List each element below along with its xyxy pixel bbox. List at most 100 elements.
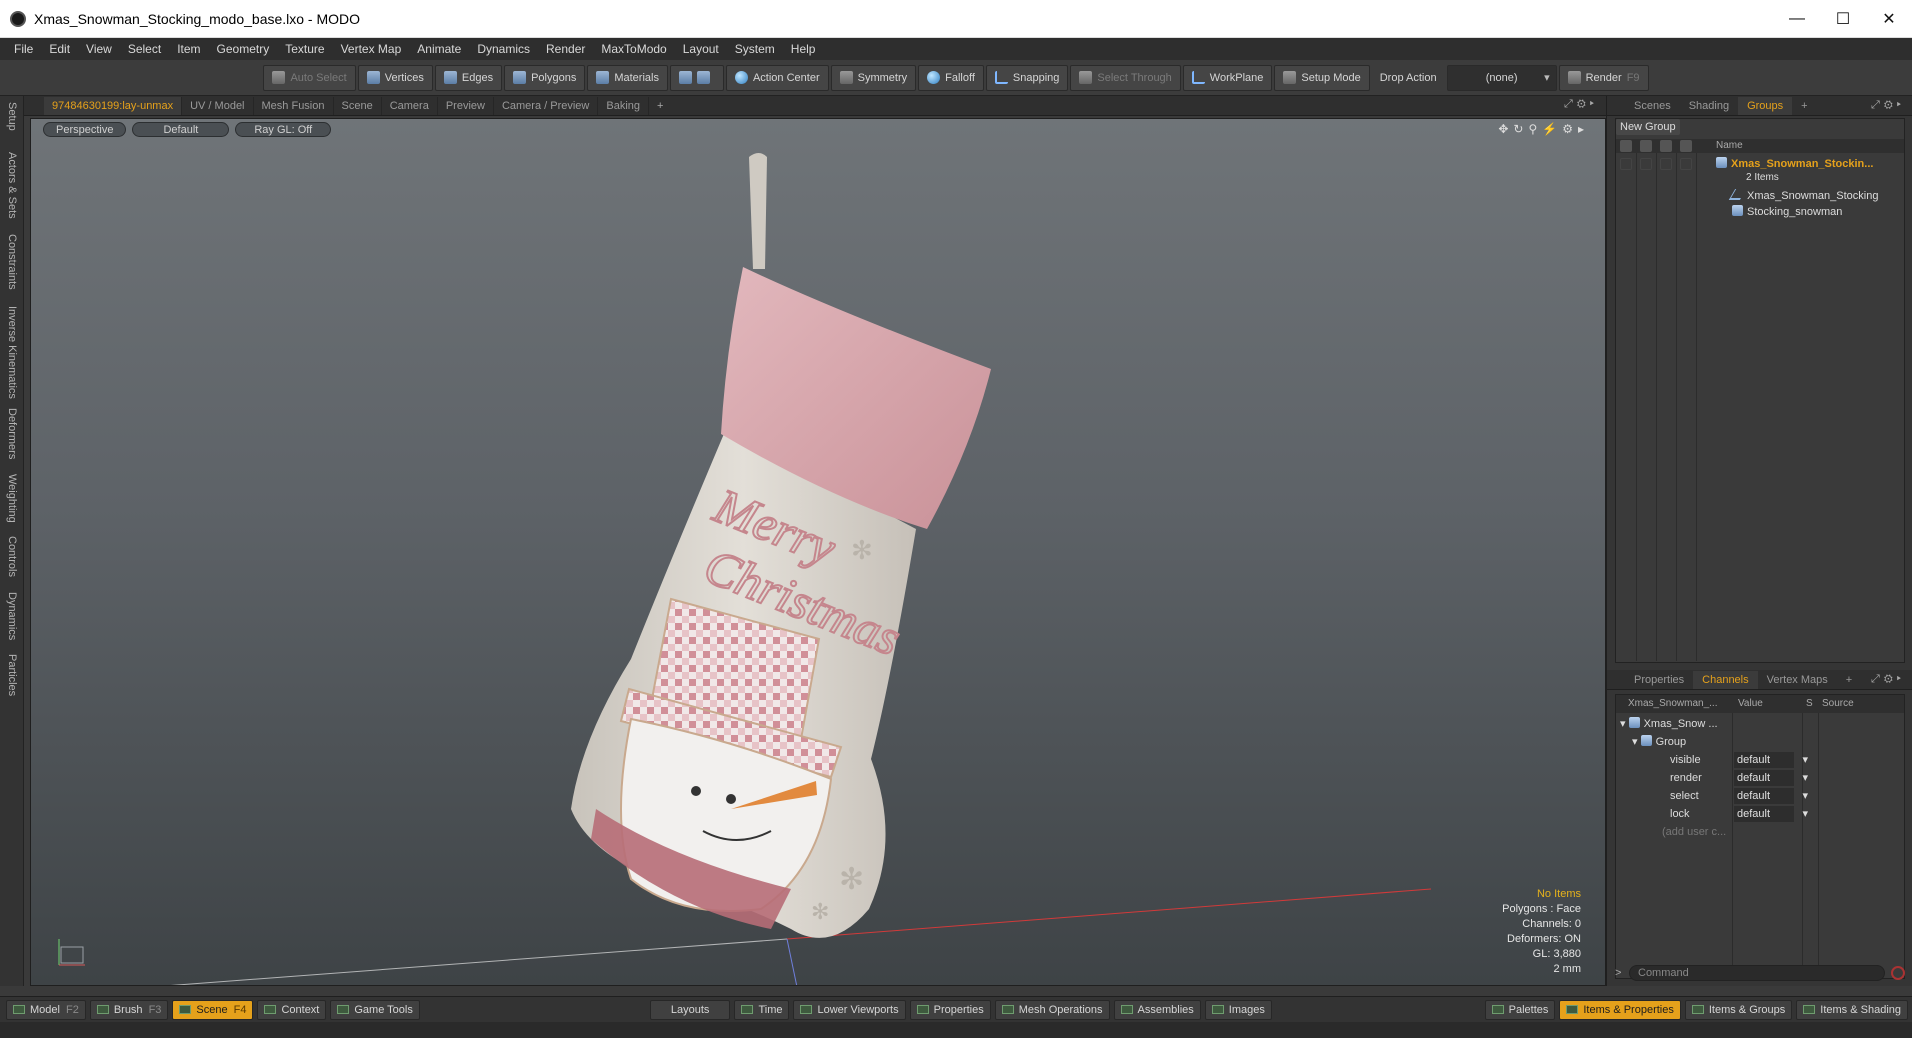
channel-row-select[interactable]: select default (1616, 787, 1904, 805)
menu-maxtomodo[interactable]: MaxToModo (593, 38, 674, 60)
menu-texture[interactable]: Texture (277, 38, 332, 60)
action-center-button[interactable]: Action Center (725, 64, 829, 91)
channel-value-select[interactable]: default (1734, 752, 1808, 768)
polygons-button[interactable]: Polygons (504, 64, 586, 91)
render-column-icon[interactable] (1640, 140, 1652, 152)
add-tab-button[interactable]: + (649, 97, 671, 115)
properties-button[interactable]: Properties (909, 999, 991, 1020)
panel-expand-icon[interactable]: ⤢⚙▸ (1871, 673, 1905, 686)
game-tools-button[interactable]: Game Tools (330, 999, 420, 1020)
context-button[interactable]: Context (257, 999, 327, 1020)
select-through-button[interactable]: Select Through (1070, 64, 1181, 91)
time-button[interactable]: Time (734, 999, 790, 1020)
visibility-column-icon[interactable] (1620, 140, 1632, 152)
channel-value-select[interactable]: default (1734, 788, 1808, 804)
lock-column-icon[interactable] (1680, 140, 1692, 152)
render-button[interactable]: Render F9 (1558, 64, 1649, 91)
tab-scene[interactable]: Scene (334, 96, 382, 115)
setup-mode-button[interactable]: Setup Mode (1274, 64, 1370, 91)
layouts-button[interactable]: Layouts (649, 999, 731, 1020)
maximize-button[interactable]: ☐ (1820, 0, 1866, 38)
command-input[interactable]: Command (1629, 965, 1885, 981)
assemblies-button[interactable]: Assemblies (1113, 999, 1201, 1020)
group-child-row[interactable]: Stocking_snowman (1616, 203, 1904, 221)
snapping-button[interactable]: Snapping (985, 64, 1069, 91)
model-button[interactable]: Model F2 (6, 999, 86, 1020)
scene-button[interactable]: Scene F4 (172, 999, 254, 1020)
menu-item[interactable]: Item (169, 38, 208, 60)
tab-channels[interactable]: Channels (1693, 670, 1758, 689)
menu-edit[interactable]: Edit (41, 38, 78, 60)
tab-scenes[interactable]: Scenes (1625, 97, 1680, 115)
images-button[interactable]: Images (1204, 999, 1272, 1020)
materials-button[interactable]: Materials (587, 64, 668, 91)
tab-preview[interactable]: Preview (438, 96, 494, 115)
menu-view[interactable]: View (78, 38, 120, 60)
auto-select-button[interactable]: Auto Select (263, 64, 356, 91)
items-groups-button[interactable]: Items & Groups (1684, 999, 1793, 1020)
tab-weighting[interactable]: Weighting (3, 474, 21, 523)
add-user-channel-row[interactable]: (add user c... (1616, 823, 1904, 841)
channel-value-select[interactable]: default (1734, 770, 1808, 786)
items-properties-button[interactable]: Items & Properties (1559, 999, 1681, 1020)
menu-layout[interactable]: Layout (675, 38, 727, 60)
menu-system[interactable]: System (727, 38, 783, 60)
channel-row-visible[interactable]: visible default (1616, 751, 1904, 769)
tab-actors-sets[interactable]: Actors & Sets (3, 152, 21, 219)
menu-help[interactable]: Help (783, 38, 824, 60)
channel-row-render[interactable]: render default (1616, 769, 1904, 787)
menu-vertex-map[interactable]: Vertex Map (333, 38, 410, 60)
workplane-button[interactable]: WorkPlane (1182, 64, 1273, 91)
channel-group-row[interactable]: ▾ Group (1616, 733, 1904, 751)
tab-groups[interactable]: Groups (1738, 96, 1793, 115)
item-mode-button[interactable] (669, 64, 724, 91)
add-properties-tab-button[interactable]: + (1837, 671, 1861, 689)
select-column-icon[interactable] (1660, 140, 1672, 152)
menu-dynamics[interactable]: Dynamics (469, 38, 538, 60)
drop-action-select[interactable]: (none) (1446, 64, 1557, 91)
falloff-button[interactable]: Falloff (918, 64, 984, 91)
minimize-button[interactable]: — (1774, 0, 1820, 38)
brush-button[interactable]: Brush F3 (89, 999, 169, 1020)
column-divider (1676, 153, 1677, 661)
tab-camera[interactable]: Camera (382, 96, 438, 115)
menu-geometry[interactable]: Geometry (209, 38, 278, 60)
tab-constraints[interactable]: Constraints (3, 234, 21, 290)
mesh-operations-button[interactable]: Mesh Operations (994, 999, 1110, 1020)
channel-value-select[interactable]: default (1734, 806, 1808, 822)
channel-row-lock[interactable]: lock default (1616, 805, 1904, 823)
close-button[interactable]: ✕ (1866, 0, 1912, 38)
tab-layout-unmax[interactable]: 97484630199:lay-unmax (44, 96, 183, 115)
items-shading-button[interactable]: Items & Shading (1796, 999, 1908, 1020)
edges-button[interactable]: Edges (434, 64, 503, 91)
tab-baking[interactable]: Baking (598, 96, 650, 115)
panel-expand-icon[interactable]: ⤢⚙▸ (1871, 99, 1905, 112)
vertices-button[interactable]: Vertices (357, 64, 433, 91)
tab-uv-model[interactable]: UV / Model (182, 96, 254, 115)
tab-shading[interactable]: Shading (1680, 97, 1738, 115)
tab-dynamics[interactable]: Dynamics (3, 592, 21, 640)
tab-properties[interactable]: Properties (1625, 671, 1693, 689)
tab-camera-preview[interactable]: Camera / Preview (494, 96, 599, 115)
new-group-button[interactable]: New Group (1616, 119, 1680, 135)
tab-setup[interactable]: Setup (3, 102, 21, 131)
tab-inverse-kinematics[interactable]: Inverse Kinematics (3, 306, 21, 399)
palettes-button[interactable]: Palettes (1484, 999, 1556, 1020)
tab-vertex-maps[interactable]: Vertex Maps (1758, 671, 1837, 689)
menu-file[interactable]: File (6, 38, 41, 60)
channel-root-row[interactable]: ▾ Xmas_Snow ... (1616, 715, 1904, 733)
stop-icon[interactable] (1891, 966, 1905, 980)
tab-deformers[interactable]: Deformers (3, 408, 21, 459)
lower-viewports-button[interactable]: Lower Viewports (793, 999, 906, 1020)
menu-animate[interactable]: Animate (409, 38, 469, 60)
tab-mesh-fusion[interactable]: Mesh Fusion (254, 96, 334, 115)
item-mode-icon (678, 71, 692, 84)
3d-viewport[interactable]: Perspective Default Ray GL: Off ✥↻⚲⚡⚙▸ M… (30, 118, 1606, 986)
viewport-expand-icon[interactable]: ⤢⚙▸ (1564, 98, 1598, 111)
menu-select[interactable]: Select (120, 38, 169, 60)
symmetry-button[interactable]: Symmetry (830, 64, 917, 91)
menu-render[interactable]: Render (538, 38, 593, 60)
tab-particles[interactable]: Particles (3, 654, 21, 696)
add-scene-tab-button[interactable]: + (1792, 97, 1816, 115)
tab-controls[interactable]: Controls (3, 536, 21, 577)
